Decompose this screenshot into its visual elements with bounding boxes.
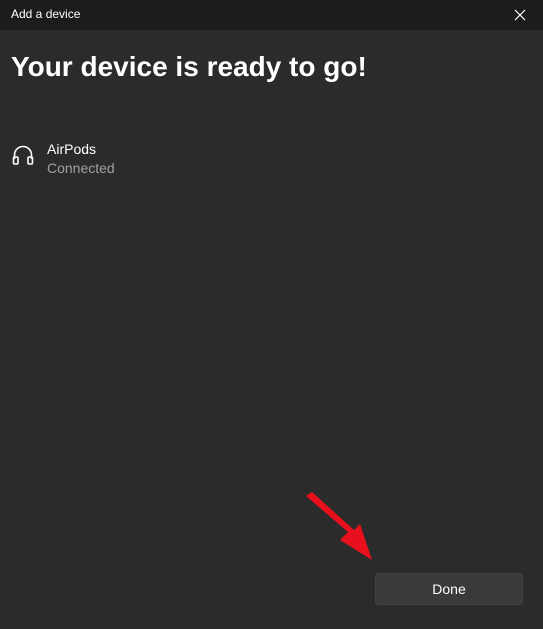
window-title: Add a device: [11, 7, 81, 21]
headphones-icon: [12, 145, 34, 165]
annotation-arrow: [306, 492, 372, 560]
device-name: AirPods: [47, 141, 97, 157]
done-button[interactable]: Done: [375, 573, 523, 605]
close-icon: [514, 9, 526, 21]
add-device-dialog: Add a device Your device is ready to go!…: [0, 0, 543, 629]
title-bar: Add a device: [0, 0, 543, 30]
close-button[interactable]: [497, 0, 543, 30]
page-title: Your device is ready to go!: [11, 51, 367, 82]
device-status: Connected: [47, 160, 115, 176]
device-list-item: AirPods Connected: [11, 140, 311, 180]
